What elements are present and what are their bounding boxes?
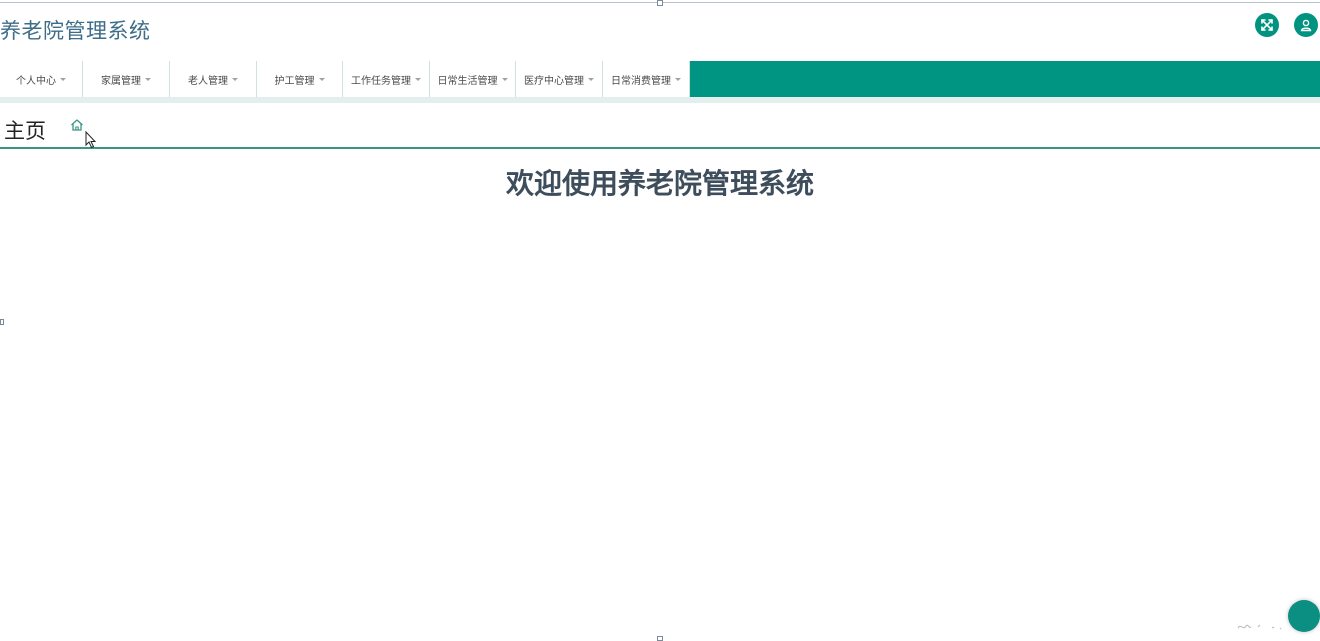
chevron-down-icon bbox=[415, 77, 421, 81]
app-header: 养老院管理系统 bbox=[0, 3, 1320, 61]
page: 养老院管理系统 个人中心 家属管理 老人管理 护工管理 工作任务管理 日常生活管… bbox=[0, 0, 1320, 641]
chevron-down-icon bbox=[318, 77, 325, 81]
nav-item-label: 家属管理 bbox=[101, 75, 141, 87]
nav-item-label: 医疗中心管理 bbox=[524, 75, 584, 87]
nav-item-label: 日常生活管理 bbox=[437, 75, 498, 87]
nav-item-caregiver-management[interactable]: 护工管理 bbox=[257, 61, 343, 97]
breadcrumb: 主页 bbox=[0, 103, 1320, 149]
fullscreen-toggle-icon bbox=[1261, 19, 1273, 31]
nav-item-family-management[interactable]: 家属管理 bbox=[83, 61, 170, 97]
nav-item-medical-center-management[interactable]: 医疗中心管理 bbox=[516, 61, 603, 97]
nav-item-daily-consumption-management[interactable]: 日常消费管理 bbox=[603, 61, 690, 97]
nav-item-label: 工作任务管理 bbox=[351, 75, 411, 87]
chevron-down-icon bbox=[588, 77, 594, 81]
home-icon[interactable] bbox=[69, 117, 85, 133]
user-button[interactable] bbox=[1294, 13, 1318, 37]
chevron-down-icon bbox=[145, 77, 151, 81]
nav-item-personal-center[interactable]: 个人中心 bbox=[0, 61, 83, 97]
nav-item-label: 护工管理 bbox=[274, 75, 315, 87]
resize-handle-left[interactable] bbox=[0, 319, 4, 325]
nav-item-label: 老人管理 bbox=[188, 75, 228, 87]
nav-menu: 个人中心 家属管理 老人管理 护工管理 工作任务管理 日常生活管理 医疗中心管理… bbox=[0, 61, 690, 97]
user-avatar-icon bbox=[1300, 19, 1312, 32]
app-title: 养老院管理系统 bbox=[0, 19, 151, 43]
top-navigation-bar: 个人中心 家属管理 老人管理 护工管理 工作任务管理 日常生活管理 医疗中心管理… bbox=[0, 61, 1320, 97]
welcome-heading: 欢迎使用养老院管理系统 bbox=[505, 167, 814, 200]
chevron-down-icon bbox=[501, 77, 508, 81]
nav-item-label: 日常消费管理 bbox=[611, 75, 671, 87]
chevron-down-icon bbox=[675, 77, 681, 81]
floating-action-button[interactable] bbox=[1288, 600, 1320, 632]
resize-handle-bottom[interactable] bbox=[657, 636, 663, 641]
chevron-down-icon bbox=[60, 77, 66, 81]
fullscreen-button[interactable] bbox=[1255, 13, 1279, 37]
nav-item-task-management[interactable]: 工作任务管理 bbox=[343, 61, 430, 97]
nav-item-daily-life-management[interactable]: 日常生活管理 bbox=[430, 61, 516, 97]
watermark-icon bbox=[1237, 624, 1282, 630]
nav-item-label: 个人中心 bbox=[16, 75, 56, 87]
page-title: 主页 bbox=[4, 119, 46, 143]
chevron-down-icon bbox=[232, 77, 238, 81]
mouse-cursor-icon bbox=[85, 131, 97, 149]
nav-item-elderly-management[interactable]: 老人管理 bbox=[170, 61, 257, 97]
